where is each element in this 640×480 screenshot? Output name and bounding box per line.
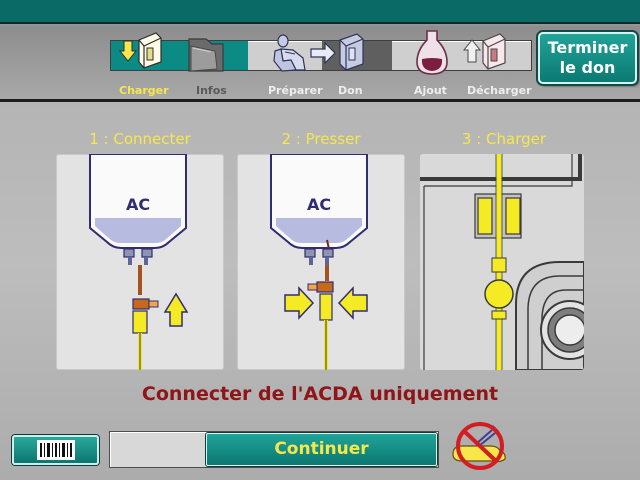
step-title-connect: 1 : Connecter — [89, 130, 191, 148]
step-label-ajout: Ajout — [414, 84, 447, 97]
kit-icon[interactable] — [328, 28, 378, 78]
step-label-preparer: Préparer — [268, 84, 323, 97]
barcode-icon — [36, 440, 75, 460]
end-donation-line1: Terminer — [547, 38, 628, 57]
unload-kit-icon[interactable] — [460, 28, 510, 78]
load-line-illustration — [420, 154, 584, 370]
step-label-infos: Infos — [196, 84, 227, 97]
step-title-load: 3 : Charger — [461, 130, 547, 148]
continue-button[interactable]: Continuer — [206, 433, 437, 466]
procedure-header: Charger Infos Préparer Don Ajout Décharg… — [0, 26, 640, 102]
step-title-press: 2 : Presser — [281, 130, 361, 148]
step-label-don: Don — [338, 84, 363, 97]
end-donation-line2: le don — [559, 58, 616, 77]
no-arm-connection-icon — [452, 422, 506, 470]
end-donation-button[interactable]: Terminer le don — [538, 32, 637, 84]
ac-bag-label-2: AC — [307, 195, 331, 214]
press-clamp-illustration: AC — [237, 154, 405, 370]
connect-instruction: Connecter de l'ACDA uniquement — [141, 383, 499, 405]
top-bar — [0, 0, 640, 24]
barcode-button[interactable] — [12, 435, 99, 465]
solution-bag-icon[interactable] — [407, 28, 457, 78]
connect-bag-illustration: AC — [56, 154, 224, 370]
ac-bag-label-1: AC — [126, 195, 150, 214]
step-label-decharger: Décharger — [467, 84, 532, 97]
folder-icon[interactable] — [181, 28, 231, 78]
step-label-charger: Charger — [119, 84, 169, 97]
load-tube-icon[interactable] — [116, 28, 166, 78]
